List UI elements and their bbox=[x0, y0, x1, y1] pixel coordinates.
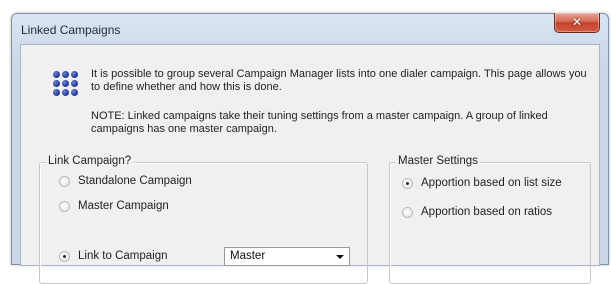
campaign-select[interactable]: Master bbox=[224, 247, 350, 266]
radio-label[interactable]: Standalone Campaign bbox=[78, 175, 192, 187]
campaign-select-value: Master bbox=[230, 250, 266, 262]
radio-label[interactable]: Link to Campaign bbox=[78, 250, 168, 262]
chevron-down-icon[interactable] bbox=[332, 249, 348, 264]
radio-indicator[interactable] bbox=[59, 176, 70, 187]
dialog-window: Linked Campaigns ✕ It is possible to gro… bbox=[11, 13, 609, 284]
radio-label[interactable]: Apportion based on ratios bbox=[421, 206, 552, 218]
radio-indicator[interactable] bbox=[59, 251, 70, 262]
master-settings-caption: Master Settings bbox=[396, 155, 480, 167]
intro-text: It is possible to group several Campaign… bbox=[91, 68, 587, 93]
radio-indicator[interactable] bbox=[402, 178, 413, 189]
master-settings-group: Master Settings Apportion based on list … bbox=[389, 155, 591, 284]
radio-label[interactable]: Apportion based on list size bbox=[421, 177, 562, 189]
link-campaign-caption: Link Campaign? bbox=[46, 155, 134, 167]
title-bar[interactable]: Linked Campaigns ✕ bbox=[12, 13, 608, 44]
link-campaign-group: Link Campaign? Standalone Campaign Maste… bbox=[39, 155, 368, 284]
radio-label[interactable]: Master Campaign bbox=[78, 200, 169, 212]
info-dots-icon bbox=[53, 71, 79, 105]
radio-indicator[interactable] bbox=[402, 207, 413, 218]
dialog-content: It is possible to group several Campaign… bbox=[20, 44, 600, 284]
window-title: Linked Campaigns bbox=[21, 23, 121, 37]
close-button[interactable]: ✕ bbox=[554, 13, 600, 33]
note-text: NOTE: Linked campaigns take their tuning… bbox=[91, 110, 548, 135]
close-icon: ✕ bbox=[571, 15, 583, 29]
radio-indicator[interactable] bbox=[59, 201, 70, 212]
